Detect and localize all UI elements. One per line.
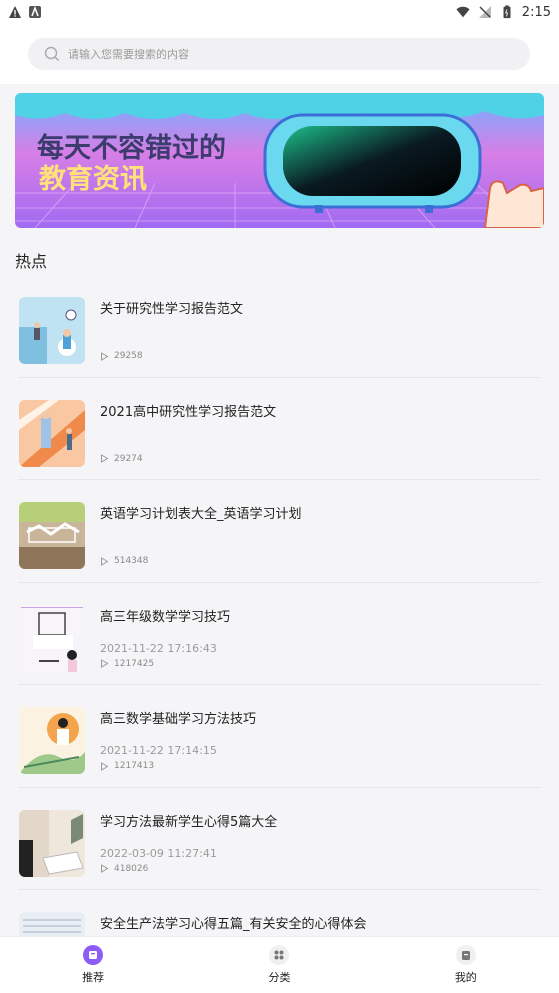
tab-category[interactable]: 分类 [186,937,372,993]
view-count-value: 514348 [114,556,149,566]
view-count: 29274 [100,454,143,464]
article-thumbnail [19,707,85,774]
view-count-value: 1217425 [114,658,155,669]
article-title: 关于研究性学习报告范文 [100,302,244,317]
tab-category-label: 分类 [268,971,291,984]
status-bar: 2:15 [0,0,559,24]
view-count: 1217425 [100,659,154,669]
list-item[interactable]: 高三数学基础学习方法技巧 2021-11-22 17:14:15 1217413 [18,685,540,788]
article-thumbnail [19,502,85,569]
play-icon [101,351,109,361]
play-icon [101,761,109,771]
article-date: 2021-11-22 17:14:15 [100,744,217,757]
tv-illustration [263,113,482,213]
article-title: 学习方法最新学生心得5篇大全 [100,814,278,830]
view-count: 418026 [100,864,148,874]
list-item[interactable]: 英语学习计划表大全_英语学习计划 514348 [18,480,540,583]
category-icon [269,945,290,965]
battery-icon [503,5,511,19]
recommend-icon [83,945,104,965]
article-thumbnail [19,399,85,467]
play-icon [101,454,109,463]
play-icon [101,556,109,566]
article-title: 高三数学基础学习方法技巧 [100,712,257,727]
view-count: 514348 [100,556,148,566]
article-title: 安全生产法学习心得五篇_有关安全的心得体会 [100,917,367,932]
view-count: 29258 [100,351,143,361]
profile-icon [455,945,476,965]
view-count-value: 29258 [114,351,143,361]
article-date: 2021-11-22 17:16:43 [100,641,217,655]
article-date: 2022-03-09 11:27:41 [100,846,217,860]
wifi-icon [456,6,470,18]
list-item[interactable]: 关于研究性学习报告范文 29258 [18,275,540,378]
promo-banner[interactable]: 每天不容错过的 教育资讯 [15,93,544,228]
banner-line2: 教育资讯 [39,163,147,195]
header: 请输入您需要搜索的内容 [0,24,559,84]
article-title: 英语学习计划表大全_英语学习计划 [100,507,302,522]
article-title: 高三年级数学学习技巧 [100,609,231,625]
tab-profile-label: 我的 [454,971,477,984]
article-title: 2021高中研究性学习报告范文 [100,404,277,420]
tab-recommend-label: 推荐 [82,971,105,984]
search-input[interactable]: 请输入您需要搜索的内容 [28,38,530,70]
tab-recommend[interactable]: 推荐 [0,937,186,993]
list-item[interactable]: 学习方法最新学生心得5篇大全 2022-03-09 11:27:41 41802… [18,788,540,890]
search-placeholder: 请输入您需要搜索的内容 [68,48,189,61]
view-count: 1217413 [100,761,154,771]
view-count-value: 418026 [114,863,149,874]
article-thumbnail [19,297,85,364]
status-time: 2:15 [521,4,551,20]
app-notification-icon [29,5,41,18]
warning-icon [9,6,21,18]
view-count-value: 29274 [114,453,143,464]
section-title: 热点 [15,252,48,271]
bottom-nav: 推荐 分类 我的 [0,936,559,993]
view-count-value: 1217413 [114,761,155,771]
play-icon [101,864,109,873]
no-signal-icon [478,6,491,18]
article-thumbnail [19,604,85,672]
tab-profile[interactable]: 我的 [373,937,559,993]
search-icon [44,46,59,61]
article-list: 关于研究性学习报告范文 29258 2021高中研究性学习报告范文 29274 … [18,275,540,993]
play-icon [101,659,109,668]
article-thumbnail [19,809,85,877]
banner-line1: 每天不容错过的 [37,132,226,164]
list-item[interactable]: 高三年级数学学习技巧 2021-11-22 17:16:43 1217425 [18,583,540,685]
list-item[interactable]: 2021高中研究性学习报告范文 29274 [18,378,540,480]
